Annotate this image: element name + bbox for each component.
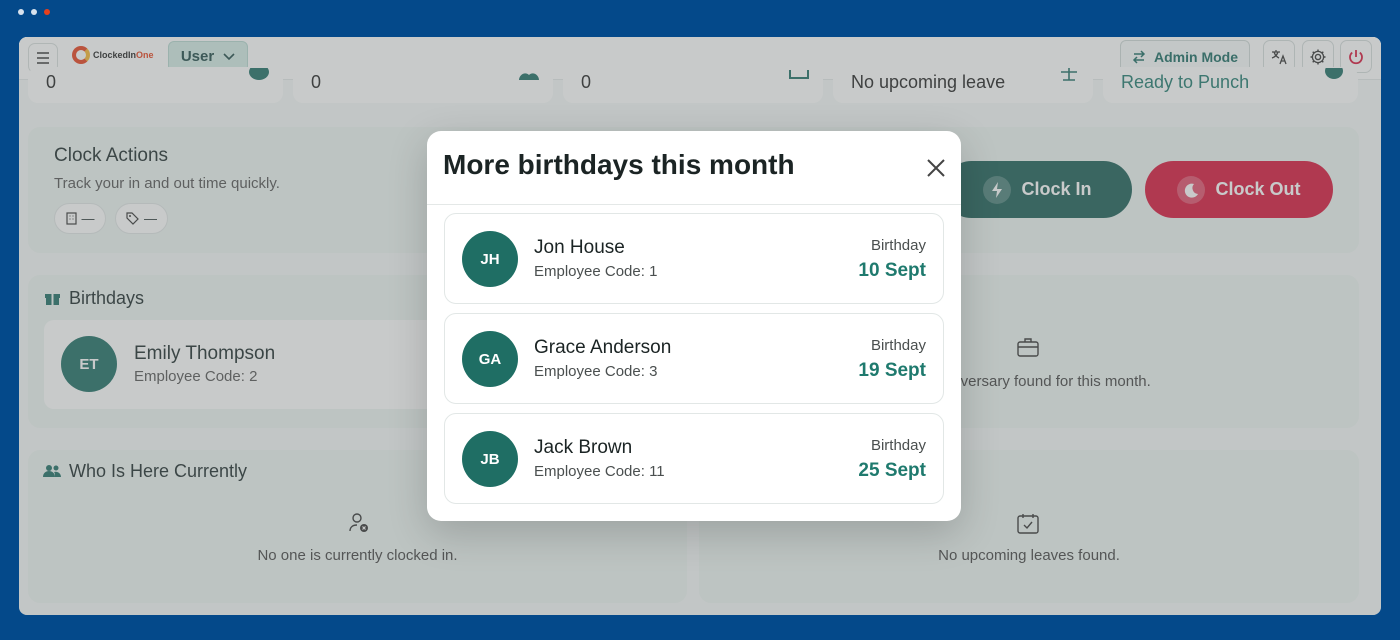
birthdays-modal: More birthdays this month JH Jon House E…: [427, 131, 961, 521]
birthday-list-item: JB Jack Brown Employee Code: 11 Birthday…: [444, 413, 944, 504]
birthday-date: 19 Sept: [858, 360, 926, 381]
avatar: JB: [462, 431, 518, 487]
birthday-label: Birthday: [870, 437, 926, 454]
birthday-label: Birthday: [870, 337, 926, 354]
avatar: JH: [462, 231, 518, 287]
employee-code: Employee Code: 3: [534, 363, 658, 380]
birthday-label: Birthday: [870, 237, 926, 254]
birthday-date: 10 Sept: [858, 260, 926, 281]
modal-divider: [427, 204, 961, 205]
employee-name: Jack Brown: [534, 437, 633, 458]
employee-name: Jon House: [534, 237, 625, 258]
close-icon[interactable]: [925, 157, 947, 179]
employee-name: Grace Anderson: [534, 337, 672, 358]
modal-title: More birthdays this month: [443, 149, 795, 180]
birthday-list-item: JH Jon House Employee Code: 1 Birthday 1…: [444, 213, 944, 304]
employee-code: Employee Code: 11: [534, 463, 665, 480]
avatar: GA: [462, 331, 518, 387]
birthday-date: 25 Sept: [858, 460, 926, 481]
birthday-list-item: GA Grace Anderson Employee Code: 3 Birth…: [444, 313, 944, 404]
employee-code: Employee Code: 1: [534, 263, 658, 280]
